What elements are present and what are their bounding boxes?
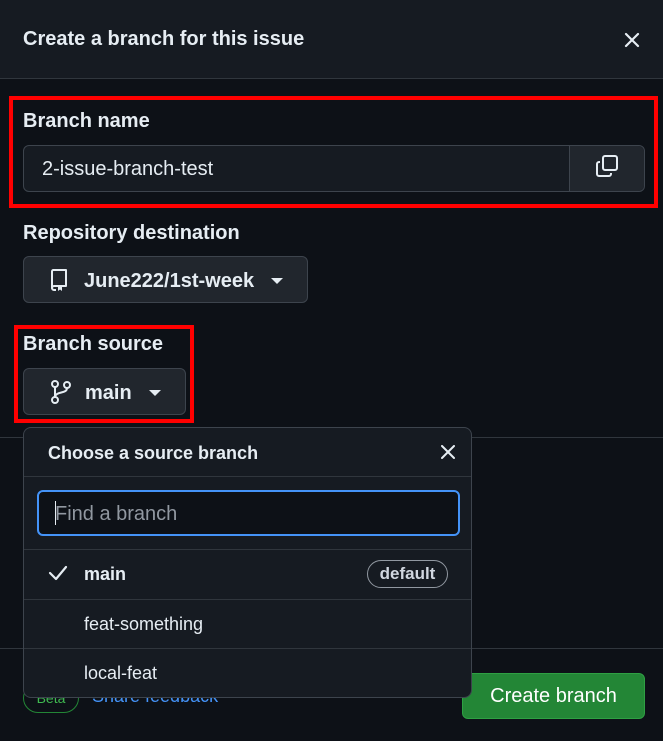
dialog-title: Create a branch for this issue: [23, 28, 305, 50]
dialog-header: Create a branch for this issue: [0, 0, 663, 79]
repository-value: June222/1st-week: [84, 270, 255, 292]
repo-icon: [50, 269, 68, 296]
close-icon[interactable]: [438, 442, 458, 462]
default-badge: default: [367, 560, 448, 588]
branch-option-main[interactable]: main default: [24, 550, 471, 599]
popover-title: Choose a source branch: [48, 443, 259, 463]
branch-option-label: feat-something: [84, 614, 204, 634]
close-icon[interactable]: [620, 28, 644, 52]
branch-name-highlight: [9, 96, 658, 208]
chevron-down-icon: [271, 278, 283, 284]
popover-divider: [24, 476, 471, 477]
branch-source-highlight: [14, 325, 194, 423]
create-branch-button[interactable]: Create branch: [462, 673, 645, 719]
find-branch-placeholder: Find a branch: [55, 503, 178, 525]
branch-option-feat-something[interactable]: feat-something: [24, 600, 471, 649]
repository-select-button[interactable]: June222/1st-week: [23, 256, 308, 303]
source-branch-popover: Choose a source branch Find a branch mai…: [23, 427, 472, 698]
check-icon: [48, 564, 68, 587]
create-branch-dialog: Create a branch for this issue Branch na…: [0, 0, 663, 741]
branch-option-label: local-feat: [84, 663, 158, 683]
find-branch-input[interactable]: Find a branch: [37, 490, 460, 536]
branch-option-label: main: [84, 564, 127, 584]
branch-option-local-feat[interactable]: local-feat: [24, 649, 471, 697]
repository-destination-label: Repository destination: [23, 222, 240, 244]
